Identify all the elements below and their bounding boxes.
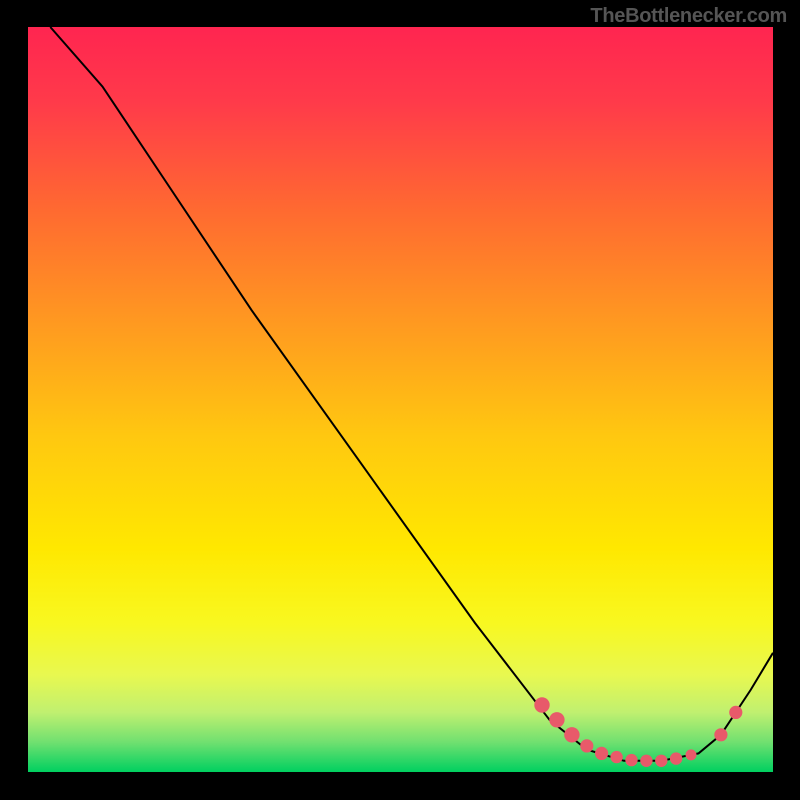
data-marker <box>640 755 652 767</box>
chart-svg <box>0 0 800 800</box>
data-marker <box>610 751 622 763</box>
data-marker <box>534 697 549 712</box>
plot-background <box>28 27 773 772</box>
data-marker <box>595 747 608 760</box>
data-marker <box>625 754 637 766</box>
watermark-text: TheBottlenecker.com <box>590 5 787 28</box>
data-marker <box>549 712 564 727</box>
data-marker <box>670 752 682 764</box>
data-marker <box>580 739 593 752</box>
data-marker <box>655 755 667 767</box>
chart-container: TheBottlenecker.com <box>0 0 800 800</box>
data-marker <box>714 728 727 741</box>
data-marker <box>686 749 697 760</box>
data-marker <box>564 727 579 742</box>
data-marker <box>729 706 742 719</box>
